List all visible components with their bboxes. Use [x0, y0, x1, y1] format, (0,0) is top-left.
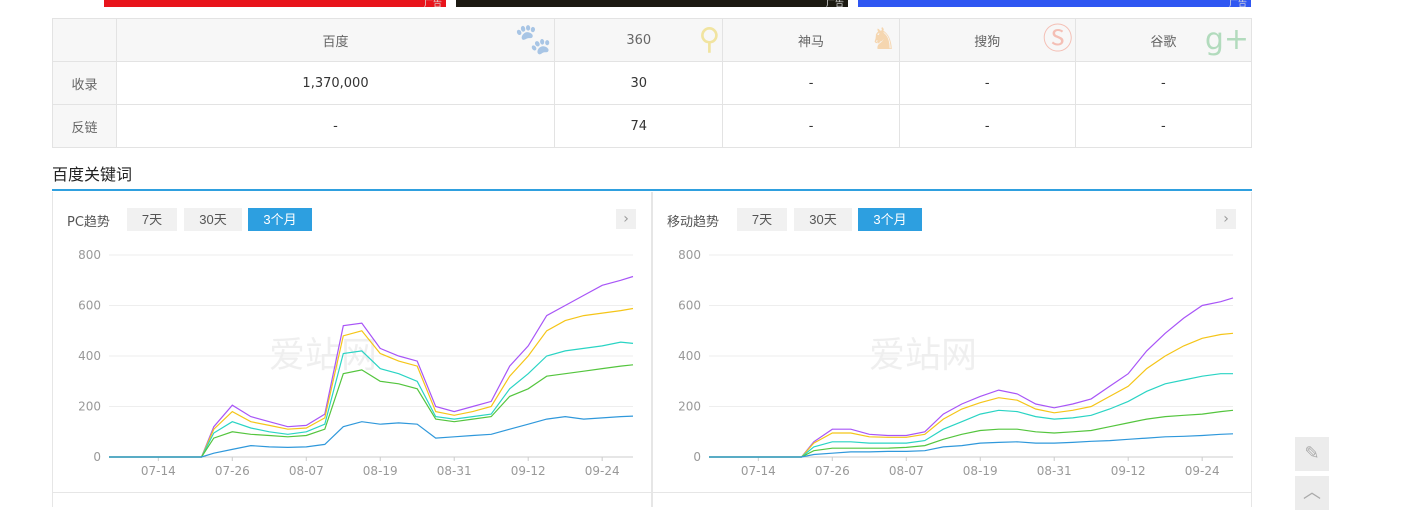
back-to-top-icon[interactable]: ︿ — [1295, 476, 1329, 510]
x-tick-label: 07-26 — [815, 464, 850, 478]
chevron-right-icon[interactable]: › — [616, 209, 636, 229]
series-line-5 — [709, 433, 1234, 458]
x-tick-label: 08-31 — [437, 464, 472, 478]
y-tick-label: 200 — [78, 400, 101, 414]
panel-title: PC趋势 — [67, 215, 110, 230]
tab-7-days[interactable]: 7天 — [737, 208, 787, 231]
table-cell: - — [115, 104, 556, 148]
edit-icon[interactable]: ✎ — [1295, 437, 1329, 471]
x-tick-label: 08-19 — [963, 464, 998, 478]
table-row: 收录 1,370,000 30 - - - — [52, 61, 1253, 105]
engine-name: 搜狗 — [974, 34, 1001, 50]
tab-3-months[interactable]: 3个月 — [248, 208, 312, 231]
sogou-icon: Ⓢ — [1042, 22, 1073, 57]
mobile-trend-chart: 爱站网020040060080007-14 07-26 08-07 08-19 08-3… — [678, 248, 1234, 478]
x-tick-label: 08-07 — [289, 464, 324, 478]
series-line-1 — [709, 297, 1234, 458]
row-label: 收录 — [52, 61, 117, 105]
panel-divider — [53, 492, 651, 493]
google-plus-icon: g+ — [1204, 22, 1249, 57]
series-line-2 — [109, 307, 634, 458]
x-tick-label: 09-12 — [1111, 464, 1146, 478]
ad-tag: 广告 — [1228, 0, 1247, 9]
y-tick-label: 0 — [693, 450, 701, 464]
table-row: 反链 - 74 - - - — [52, 104, 1253, 148]
ad-banner-2[interactable]: 广告 — [456, 0, 848, 9]
y-tick-label: 800 — [678, 248, 701, 262]
section-title: 百度关键词 — [52, 165, 133, 184]
table-cell: - — [1074, 61, 1253, 105]
x-tick-label: 08-31 — [1037, 464, 1072, 478]
corner-cell — [52, 18, 117, 62]
x-tick-label: 07-14 — [141, 464, 176, 478]
table-cell: - — [722, 104, 900, 148]
mobile-trend-panel: 移动趋势 7天 30天 3个月 › 爱站网 0 200 400 600 800 07-14 0… — [652, 192, 1252, 507]
series-line-5 — [109, 415, 634, 458]
chevron-right-icon[interactable]: › — [1216, 209, 1236, 229]
table-cell: 1,370,000 — [115, 61, 556, 105]
y-tick-label: 200 — [678, 400, 701, 414]
y-tick-label: 600 — [678, 299, 701, 313]
x-tick-label: 09-24 — [1185, 464, 1220, 478]
table-header-row: 百度 🐾 360 ⚲ 神马 ♞ 搜狗 Ⓢ 谷歌 g+ — [52, 18, 1253, 62]
x-tick-label: 08-07 — [889, 464, 924, 478]
engine-name: 神马 — [798, 34, 825, 50]
engine-name: 360 — [626, 32, 652, 48]
engine-name: 百度 — [322, 34, 349, 50]
row-label: 反链 — [52, 104, 117, 148]
panel-divider — [653, 492, 1251, 493]
engine-header-google: 谷歌 g+ — [1074, 18, 1253, 62]
ad-banner-3[interactable]: 广告 — [858, 0, 1251, 9]
shenma-icon: ♞ — [869, 22, 897, 57]
table-cell: - — [1074, 104, 1253, 148]
x-tick-label: 07-14 — [741, 464, 776, 478]
engine-header-shenma: 神马 ♞ — [722, 18, 900, 62]
ad-tag: 广告 — [825, 0, 844, 9]
table-cell: 30 — [554, 61, 724, 105]
tab-30-days[interactable]: 30天 — [794, 208, 852, 231]
series-line-4 — [109, 364, 634, 458]
panel-title: 移动趋势 — [667, 215, 720, 230]
engine-header-360: 360 ⚲ — [554, 18, 724, 62]
magnifier-icon: ⚲ — [698, 22, 721, 57]
engine-header-baidu: 百度 🐾 — [115, 18, 556, 62]
y-tick-label: 0 — [93, 450, 101, 464]
ad-banner-1[interactable]: 广告 — [104, 0, 446, 9]
pc-trend-chart: 爱站网020040060080007-14 07-26 08-07 08-19 08-3… — [78, 248, 634, 478]
engine-header-sogou: 搜狗 Ⓢ — [898, 18, 1076, 62]
y-tick-label: 800 — [78, 248, 101, 262]
tab-7-days[interactable]: 7天 — [127, 208, 177, 231]
y-tick-label: 600 — [78, 299, 101, 313]
table-cell: - — [898, 61, 1076, 105]
x-tick-label: 09-12 — [511, 464, 546, 478]
table-cell: - — [722, 61, 900, 105]
table-cell: - — [898, 104, 1076, 148]
x-tick-label: 07-26 — [215, 464, 250, 478]
y-tick-label: 400 — [78, 349, 101, 363]
engine-stats-table: 百度 🐾 360 ⚲ 神马 ♞ 搜狗 Ⓢ 谷歌 g+ 收录 1,370,000 30 - … — [52, 18, 1253, 148]
table-cell: 74 — [554, 104, 724, 148]
ad-tag: 广告 — [423, 0, 442, 9]
y-tick-label: 400 — [678, 349, 701, 363]
pc-trend-panel: PC趋势 7天 30天 3个月 › 爱站网 0 200 400 600 800 07-14 0… — [52, 192, 652, 507]
series-line-3 — [109, 341, 634, 458]
section-divider — [52, 189, 1252, 191]
x-tick-label: 09-24 — [585, 464, 620, 478]
engine-name: 谷歌 — [1150, 34, 1177, 50]
tab-3-months[interactable]: 3个月 — [858, 208, 922, 231]
x-tick-label: 08-19 — [363, 464, 398, 478]
tab-30-days[interactable]: 30天 — [184, 208, 242, 231]
paw-icon: 🐾 — [514, 22, 553, 57]
